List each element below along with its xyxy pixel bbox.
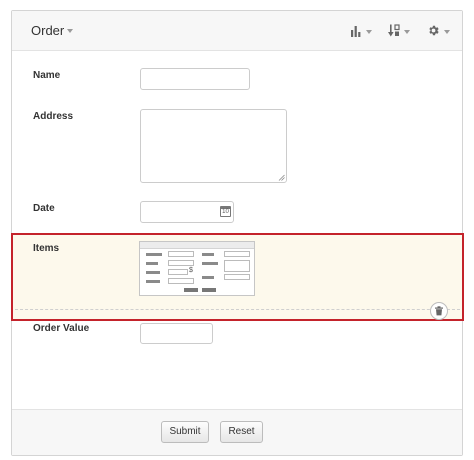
subform-thumbnail[interactable]: $ bbox=[139, 241, 255, 296]
sort-icon bbox=[388, 24, 400, 37]
form-title: Order bbox=[31, 23, 65, 38]
date-field[interactable]: 10 bbox=[140, 201, 234, 223]
thumbnail-field bbox=[168, 260, 194, 266]
trash-icon bbox=[435, 306, 443, 316]
delete-field-button[interactable] bbox=[430, 302, 448, 320]
form-footer: Submit Reset bbox=[12, 409, 462, 455]
thumbnail-line bbox=[146, 253, 162, 256]
drop-zone-divider bbox=[15, 309, 460, 310]
thumbnail-currency-symbol: $ bbox=[189, 267, 193, 274]
title-dropdown-button[interactable] bbox=[64, 23, 76, 37]
thumbnail-header-bar bbox=[140, 242, 254, 249]
address-label: Address bbox=[33, 111, 74, 122]
thumbnail-field bbox=[168, 278, 194, 284]
settings-menu-button[interactable] bbox=[427, 24, 451, 38]
form-panel: Order Name Address Date 10 Items $ Order… bbox=[11, 10, 464, 456]
thumbnail-textarea bbox=[224, 260, 250, 272]
bar-chart-icon bbox=[351, 26, 361, 37]
gear-icon bbox=[429, 25, 439, 36]
chevron-down-icon bbox=[366, 30, 372, 34]
bar-chart-menu-button[interactable] bbox=[350, 24, 374, 38]
resize-handle-icon[interactable] bbox=[278, 174, 285, 181]
reset-button[interactable]: Reset bbox=[220, 421, 263, 443]
thumbnail-button bbox=[202, 288, 216, 292]
form-header: Order bbox=[12, 11, 462, 51]
thumbnail-line bbox=[146, 262, 158, 265]
calendar-icon[interactable]: 10 bbox=[220, 206, 231, 217]
chevron-down-icon bbox=[444, 30, 450, 34]
thumbnail-line bbox=[146, 280, 160, 283]
address-field[interactable] bbox=[140, 109, 287, 183]
thumbnail-button bbox=[184, 288, 198, 292]
thumbnail-field bbox=[168, 269, 188, 275]
thumbnail-field bbox=[168, 251, 194, 257]
thumbnail-dropdown bbox=[224, 274, 250, 280]
chevron-down-icon bbox=[404, 30, 410, 34]
chevron-down-icon bbox=[67, 29, 73, 33]
date-label: Date bbox=[33, 203, 55, 214]
name-label: Name bbox=[33, 70, 61, 81]
order-value-field[interactable] bbox=[140, 323, 213, 344]
items-label: Items bbox=[33, 243, 60, 254]
thumbnail-dropdown bbox=[224, 251, 250, 257]
name-field[interactable] bbox=[140, 68, 250, 90]
sort-menu-button[interactable] bbox=[388, 24, 412, 38]
thumbnail-line bbox=[146, 271, 160, 274]
order-value-label: Order Value bbox=[33, 323, 90, 334]
items-section[interactable]: Items $ bbox=[11, 233, 464, 321]
thumbnail-line bbox=[202, 262, 218, 265]
thumbnail-line bbox=[202, 276, 214, 279]
thumbnail-line bbox=[202, 253, 214, 256]
submit-button[interactable]: Submit bbox=[161, 421, 209, 443]
